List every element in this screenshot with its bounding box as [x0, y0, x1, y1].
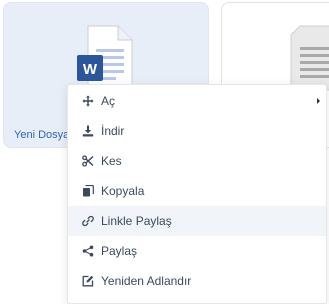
- share-icon: [82, 245, 94, 257]
- copy-icon: [82, 185, 94, 197]
- file-name: Yeni Dosya: [14, 129, 70, 141]
- menu-item-rename[interactable]: Yeniden Adlandır: [68, 266, 326, 296]
- menu-item-share-link[interactable]: Linkle Paylaş: [68, 206, 326, 236]
- menu-item-download[interactable]: İndir: [68, 116, 326, 146]
- menu-item-share[interactable]: Paylaş: [68, 236, 326, 266]
- menu-item-label: Kopyala: [101, 184, 145, 198]
- menu-item-label: İndir: [101, 124, 125, 138]
- move-arrows-icon: [82, 95, 94, 107]
- menu-item-cut[interactable]: Kes: [68, 146, 326, 176]
- submenu-arrow-icon: [317, 98, 320, 104]
- word-document-icon: W: [77, 25, 133, 89]
- menu-item-copy[interactable]: Kopyala: [68, 176, 326, 206]
- menu-item-open[interactable]: Aç: [68, 86, 326, 116]
- download-icon: [82, 125, 94, 137]
- menu-item-label: Linkle Paylaş: [101, 214, 172, 228]
- link-icon: [82, 215, 94, 227]
- menu-item-label: Yeniden Adlandır: [101, 274, 192, 288]
- menu-item-label: Aç: [101, 94, 116, 108]
- scissors-icon: [82, 155, 94, 167]
- menu-item-label: Paylaş: [101, 244, 138, 258]
- text-document-icon: [290, 25, 329, 91]
- edit-icon: [82, 275, 94, 287]
- context-menu: Aç İndir Kes Kopyala Linkle Paylaş Payla…: [67, 84, 327, 304]
- svg-text:W: W: [83, 61, 98, 78]
- menu-item-label: Kes: [101, 154, 122, 168]
